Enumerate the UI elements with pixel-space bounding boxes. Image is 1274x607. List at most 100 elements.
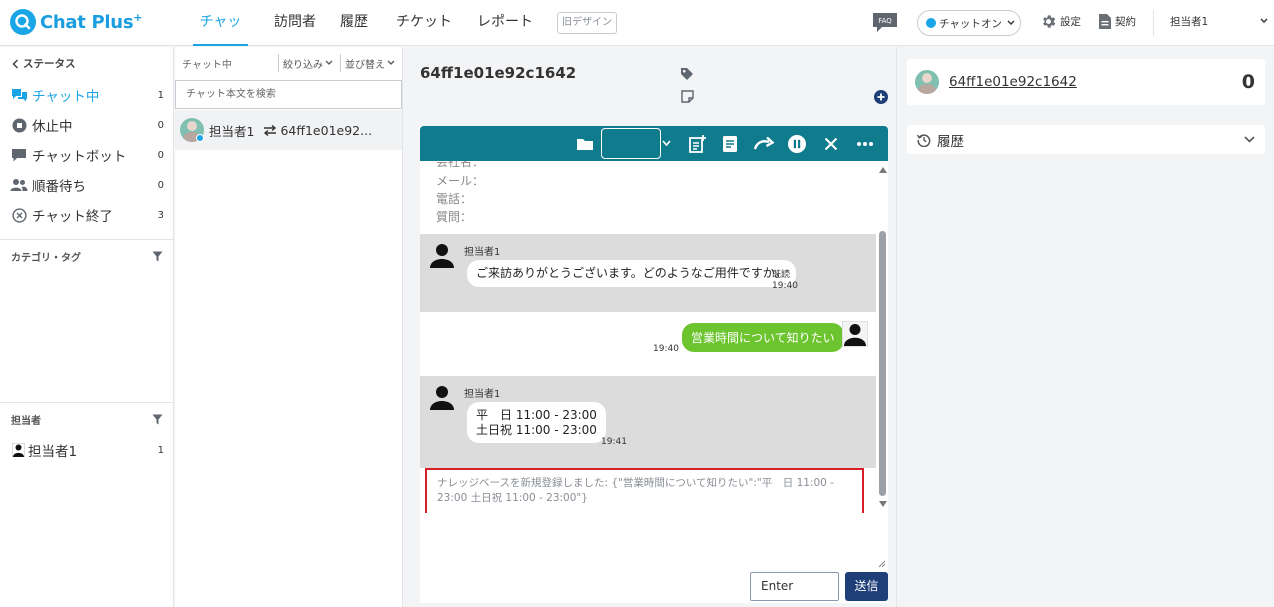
add-note-icon[interactable] <box>687 134 707 154</box>
settings-label: 設定 <box>1060 16 1081 28</box>
agent-name: 担当者1 <box>464 247 501 258</box>
message-line: 土日祝 11:00 - 23:00 <box>476 422 597 437</box>
user-menu[interactable]: 担当者1 <box>1170 14 1268 29</box>
sidebar-item-label: チャットボット <box>32 149 127 165</box>
chat-search-input[interactable] <box>175 80 402 109</box>
tab-history[interactable]: 履歴 <box>340 0 368 46</box>
tab-tickets[interactable]: チケット <box>396 0 452 46</box>
pause-circle-icon <box>10 116 28 134</box>
chevron-down-icon <box>325 60 333 66</box>
chatplus-logo[interactable]: Chat Plus+ <box>10 9 142 35</box>
sidebar-item-count: 1 <box>157 444 164 456</box>
tab-visitors[interactable]: 訪問者 <box>274 0 316 46</box>
toolbar-select[interactable] <box>601 128 661 159</box>
scroll-up-icon[interactable] <box>879 167 887 173</box>
pause-icon[interactable] <box>787 134 807 154</box>
faq-icon[interactable]: FAQ <box>872 12 898 32</box>
folder-icon[interactable] <box>575 134 595 154</box>
gear-icon <box>1040 13 1057 30</box>
person-icon <box>429 242 455 268</box>
online-dot <box>196 134 204 142</box>
sidebar-item-label: チャット終了 <box>32 209 113 225</box>
chat-scrollbar[interactable] <box>877 161 888 513</box>
logo-text: Chat Plus+ <box>40 11 143 33</box>
message-input-area[interactable]: Enter 送信 <box>420 513 888 603</box>
contract-button[interactable]: 契約 <box>1098 13 1136 30</box>
chat-status-dropdown[interactable]: チャットオン <box>917 10 1021 36</box>
memo-icon[interactable] <box>681 90 694 103</box>
chevron-down-icon <box>1260 14 1268 29</box>
users-icon <box>10 176 28 194</box>
more-icon[interactable] <box>855 134 875 154</box>
status-title: ステータス <box>23 58 76 70</box>
visitor-count: 0 <box>1241 71 1255 93</box>
history-label: 履歴 <box>937 133 964 150</box>
form-field-email: メール： <box>436 174 485 188</box>
chevron-left-icon <box>12 58 19 69</box>
sidebar-item-chatbot[interactable]: チャットボット 0 <box>10 144 164 166</box>
divider <box>0 239 174 240</box>
chat-toolbar <box>420 126 888 161</box>
top-header: Chat Plus+ チャット 訪問者 履歴 チケット レポート 旧デザイン F… <box>0 0 1274 74</box>
scroll-down-icon[interactable] <box>879 501 887 507</box>
visitor-id-link[interactable]: 64ff1e01e92c1642 <box>949 74 1077 90</box>
agent-title: 担当者 <box>11 416 41 427</box>
sidebar-item-chatting[interactable]: チャット中 1 <box>10 84 164 106</box>
resize-handle-icon[interactable] <box>878 560 886 568</box>
chat-list-visitor: 64ff1e01e92... <box>280 122 373 138</box>
filter-icon[interactable] <box>152 414 163 425</box>
sidebar-item-agent[interactable]: 担当者1 1 <box>11 439 164 461</box>
settings-button[interactable]: 設定 <box>1040 13 1081 30</box>
chevron-down-icon <box>1244 136 1255 143</box>
chat-logo-icon <box>10 9 36 35</box>
chevron-down-icon[interactable] <box>662 140 671 149</box>
avatar <box>915 70 939 94</box>
chat-status-label: チャットオン <box>939 17 1002 30</box>
template-icon[interactable] <box>720 134 740 154</box>
filter-icon[interactable] <box>152 251 163 262</box>
sidebar-item-label: チャット中 <box>32 89 100 105</box>
sort-dropdown[interactable]: 並び替え <box>340 54 395 72</box>
close-icon[interactable] <box>821 134 841 154</box>
form-field-phone: 電話： <box>436 192 473 206</box>
header-divider <box>1153 10 1154 36</box>
chat-list-item[interactable]: 担当者1 64ff1e01e92... <box>175 110 402 150</box>
history-accordion[interactable]: 履歴 <box>907 125 1265 154</box>
chat-list-panel: チャット中 絞り込み 並び替え 担当者1 64ff1e01e92... <box>175 47 403 607</box>
old-design-button[interactable]: 旧デザイン <box>557 12 617 34</box>
status-header[interactable]: ステータス <box>12 56 76 71</box>
scroll-thumb[interactable] <box>879 231 886 496</box>
user-name: 担当者1 <box>1170 16 1209 28</box>
tab-reports[interactable]: レポート <box>477 0 533 46</box>
sidebar-item-count: 0 <box>157 149 164 161</box>
document-icon <box>1098 13 1112 30</box>
agent-message-block: 担当者1 ご来訪ありがとうございます。どのようなご用件ですか。 既読 19:40 <box>420 234 876 312</box>
sidebar-item-waiting[interactable]: 順番待ち 0 <box>10 174 164 196</box>
message-line: 平 日 11:00 - 23:00 <box>476 408 597 422</box>
chat-bubbles-icon <box>10 86 28 104</box>
sidebar-item-paused[interactable]: 休止中 0 <box>10 114 164 136</box>
add-circle-icon[interactable] <box>874 90 888 104</box>
send-button[interactable]: 送信 <box>845 572 888 601</box>
sidebar-item-count: 3 <box>157 209 164 221</box>
chat-messages[interactable]: 会社名： メール： 電話： 質問： 担当者1 ご来訪ありがとうございます。どのよ… <box>420 161 888 513</box>
agent-name: 担当者1 <box>464 389 501 400</box>
chevron-down-icon <box>1007 20 1015 26</box>
agent-message-block: 担当者1 平 日 11:00 - 23:00 土日祝 11:00 - 23:00… <box>420 376 876 468</box>
online-dot <box>926 18 936 28</box>
message-meta: 既読 19:40 <box>772 270 798 292</box>
chevron-down-icon <box>387 60 395 66</box>
enter-mode-select[interactable]: Enter <box>750 572 839 601</box>
contract-label: 契約 <box>1115 16 1136 28</box>
history-icon <box>917 133 931 147</box>
agent-header: 担当者 <box>11 412 163 427</box>
category-tag-header: カテゴリ・タグ <box>11 249 163 264</box>
knowledge-base-notice: ナレッジベースを新規登録しました: {"営業時間について知りたい":"平 日 1… <box>425 468 864 513</box>
tag-icon[interactable] <box>680 67 694 81</box>
sidebar-item-ended[interactable]: チャット終了 3 <box>10 204 164 226</box>
filter-dropdown[interactable]: 絞り込み <box>278 54 333 72</box>
tab-chat[interactable]: チャット <box>193 0 248 74</box>
forward-icon[interactable] <box>753 134 775 154</box>
visitor-card: 64ff1e01e92c1642 0 <box>907 59 1265 105</box>
message-time: 19:41 <box>601 437 627 447</box>
